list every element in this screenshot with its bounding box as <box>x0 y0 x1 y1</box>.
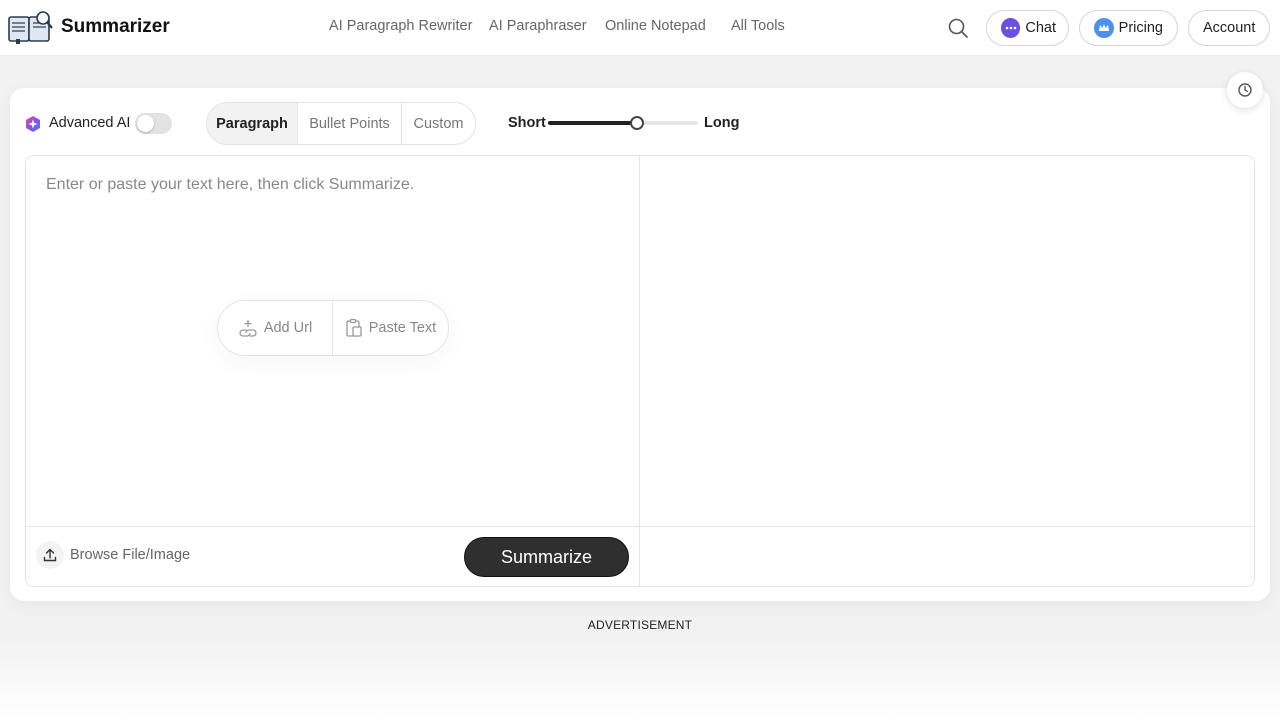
chat-bubble-icon <box>1001 18 1021 38</box>
length-long-label: Long <box>704 115 740 131</box>
footer-divider <box>26 526 1254 527</box>
nav-ai-paraphraser[interactable]: AI Paraphraser <box>489 18 587 34</box>
browse-file-button[interactable]: Browse File/Image <box>36 540 190 570</box>
editor-panel: Add Url Paste Text Browse File/Image Sum… <box>25 155 1255 587</box>
advanced-ai-toggle[interactable] <box>135 113 172 134</box>
crown-icon <box>1094 18 1114 38</box>
advanced-ai-label: Advanced AI <box>49 115 131 131</box>
nav-online-notepad[interactable]: Online Notepad <box>605 18 706 34</box>
clock-icon <box>1238 83 1252 97</box>
tab-custom[interactable]: Custom <box>402 103 475 144</box>
summary-mode-tabs: Paragraph Bullet Points Custom <box>206 102 476 145</box>
length-short-label: Short <box>508 115 546 131</box>
summarize-button[interactable]: Summarize <box>464 537 629 577</box>
toggle-knob <box>137 115 154 132</box>
chat-button[interactable]: Chat <box>986 10 1069 46</box>
nav-all-tools[interactable]: All Tools <box>731 18 785 34</box>
pricing-label: Pricing <box>1118 20 1163 36</box>
slider-thumb[interactable] <box>629 116 644 130</box>
clipboard-icon <box>346 318 362 337</box>
input-actions: Add Url Paste Text <box>217 300 449 356</box>
advertisement-label: ADVERTISEMENT <box>587 618 693 632</box>
search-icon[interactable] <box>946 16 970 40</box>
chat-label: Chat <box>1025 20 1056 36</box>
tab-paragraph[interactable]: Paragraph <box>207 103 298 144</box>
brand-name[interactable]: Summarizer <box>61 16 170 38</box>
logo-icon[interactable] <box>8 10 54 44</box>
account-label: Account <box>1203 20 1256 36</box>
add-url-label: Add Url <box>263 320 313 336</box>
summary-output <box>640 156 1254 526</box>
upload-icon <box>36 541 64 569</box>
history-button[interactable] <box>1227 72 1263 108</box>
account-button[interactable]: Account <box>1188 10 1270 46</box>
paste-text-label: Paste Text <box>368 320 437 336</box>
nav-ai-paragraph-rewriter[interactable]: AI Paragraph Rewriter <box>329 18 472 34</box>
panel-divider <box>639 156 640 586</box>
sparkle-icon <box>26 116 40 132</box>
add-url-button[interactable]: Add Url <box>218 301 333 355</box>
pricing-button[interactable]: Pricing <box>1079 10 1178 46</box>
link-add-icon <box>239 320 257 337</box>
advertisement-slot <box>0 640 1280 720</box>
tab-bullet-points[interactable]: Bullet Points <box>298 103 402 144</box>
top-navbar: Summarizer AI Paragraph Rewriter AI Para… <box>0 0 1280 56</box>
slider-fill <box>548 121 637 125</box>
browse-label: Browse File/Image <box>70 547 191 563</box>
paste-text-button[interactable]: Paste Text <box>333 301 448 355</box>
summary-length-slider[interactable] <box>548 116 698 130</box>
